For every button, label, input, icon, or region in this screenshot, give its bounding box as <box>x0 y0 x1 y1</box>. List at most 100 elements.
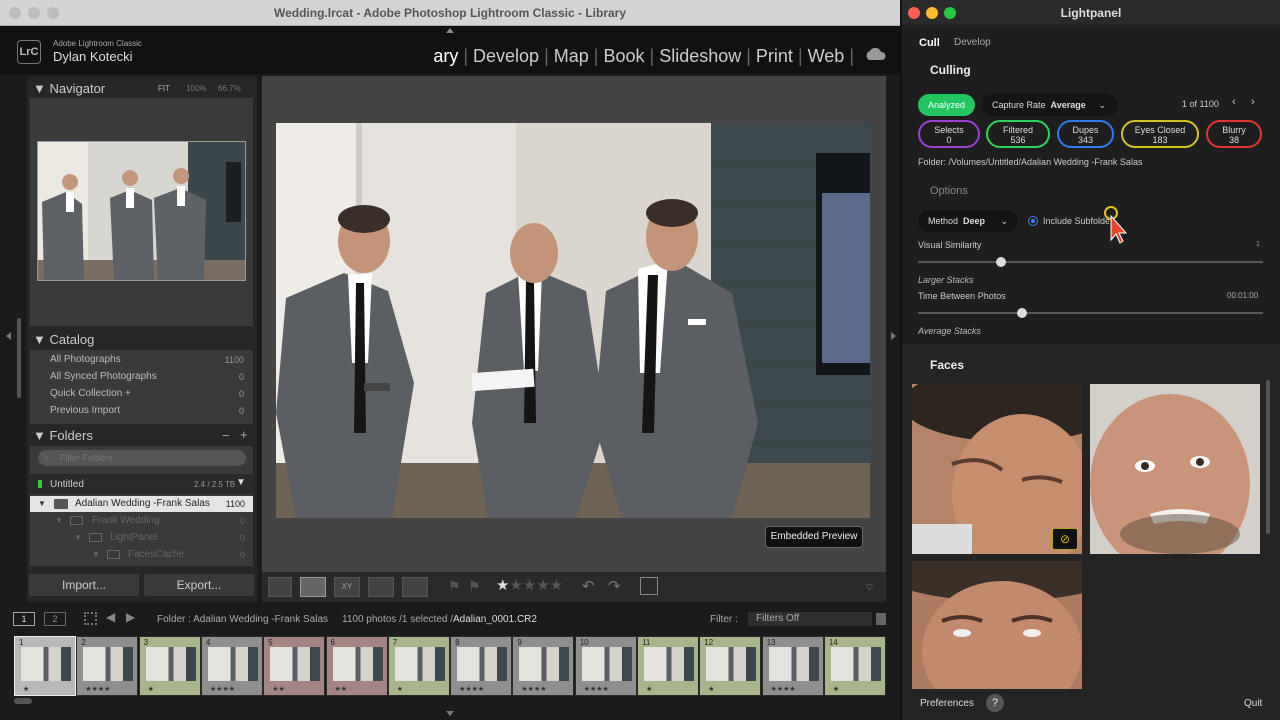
folder-filter-input[interactable]: ⌕ Filter Folders <box>38 450 246 466</box>
minimize-window-button[interactable] <box>926 7 938 19</box>
face-thumbnail[interactable]: ⊘ <box>912 384 1082 554</box>
filter-lock-icon[interactable] <box>876 613 886 625</box>
slider-knob[interactable] <box>995 257 1006 267</box>
filmstrip-thumb[interactable]: 6 ★★ <box>325 636 388 696</box>
filmstrip-thumb[interactable]: 11 ★ <box>637 636 699 696</box>
grid-icon[interactable] <box>84 612 97 625</box>
slider-knob[interactable] <box>1016 308 1027 318</box>
rotate-right-icon[interactable]: ↷ <box>608 577 621 595</box>
disclosure-icon[interactable]: ▼ <box>55 516 63 525</box>
add-folder-button[interactable]: + <box>240 427 248 442</box>
nav-100[interactable]: 100% <box>186 84 206 93</box>
tab-cull[interactable]: Cull <box>919 37 940 49</box>
next-photo-icon[interactable]: › <box>1251 96 1255 108</box>
rotate-left-icon[interactable]: ↶ <box>582 577 595 595</box>
filter-pill[interactable]: Selects 0 <box>918 120 980 148</box>
grid-view-icon[interactable] <box>268 577 292 597</box>
filter-pill[interactable]: Filtered 536 <box>986 120 1050 148</box>
filter-pill[interactable]: Blurry 38 <box>1206 120 1262 148</box>
window-1-button[interactable]: 1 <box>13 612 35 626</box>
catalog-item[interactable]: All Synced Photographs 0 <box>50 371 250 382</box>
navigator-header[interactable]: ▼ Navigator <box>33 81 105 96</box>
import-button[interactable]: Import... <box>29 574 139 596</box>
filmstrip-thumb[interactable]: 3 ★ <box>138 636 201 696</box>
module-web[interactable]: Web <box>804 46 849 66</box>
filmstrip-thumb[interactable]: 10 ★★★★ <box>574 636 637 696</box>
crop-icon[interactable] <box>640 577 658 595</box>
disclosure-icon[interactable]: ▼ <box>38 499 46 508</box>
toolbar-menu-icon[interactable]: ▽ <box>866 582 873 593</box>
face-thumbnail[interactable] <box>912 561 1082 689</box>
left-scrollbar[interactable] <box>17 318 21 398</box>
visual-similarity-slider[interactable] <box>918 257 1263 267</box>
tab-develop[interactable]: Develop <box>954 37 991 48</box>
quit-button[interactable]: Quit <box>1244 698 1262 709</box>
folder-row-selected[interactable]: ▼ Adalian Wedding -Frank Salas 1100 <box>30 496 253 512</box>
filmstrip-thumb[interactable]: 12 ★ <box>699 636 762 696</box>
export-button[interactable]: Export... <box>144 574 254 596</box>
filmstrip-thumb[interactable]: 2 ★★★★ <box>76 636 139 696</box>
loupe-view-icon[interactable] <box>300 577 326 597</box>
time-between-slider[interactable] <box>918 308 1263 318</box>
filmstrip-thumb[interactable]: 8 ★★★★ <box>450 636 513 696</box>
folders-header[interactable]: ▼ Folders <box>33 428 93 443</box>
collapse-bottom-icon[interactable] <box>446 711 454 716</box>
nav-fit[interactable]: FIT <box>158 84 170 93</box>
back-arrow-icon[interactable]: ◀ <box>106 610 115 624</box>
filter-pill[interactable]: Eyes Closed 183 <box>1121 120 1199 148</box>
star-rating[interactable]: ★★★★★ <box>496 576 563 594</box>
folder-row[interactable]: ▼ Frank Wedding 0 <box>30 513 253 529</box>
flag-icon[interactable]: ⚑ <box>448 578 461 595</box>
collapse-right-icon[interactable] <box>891 332 896 340</box>
filmstrip-scrollbar[interactable] <box>14 698 32 704</box>
collapse-left-icon[interactable] <box>6 332 11 340</box>
filmstrip-folder[interactable]: Folder : Adalian Wedding -Frank Salas <box>157 614 328 625</box>
catalog-header[interactable]: ▼ Catalog <box>33 332 94 347</box>
module-develop[interactable]: Develop <box>469 46 543 66</box>
navigator-thumbnail[interactable] <box>37 141 246 281</box>
method-select[interactable]: Method Deep ⌄ <box>918 210 1018 232</box>
filter-pill[interactable]: Dupes 343 <box>1057 120 1114 148</box>
include-subfolders-radio[interactable] <box>1028 216 1038 226</box>
catalog-item[interactable]: All Photographs 1100 <box>50 354 250 365</box>
compare-view-icon[interactable]: XY <box>334 577 360 597</box>
main-photo[interactable] <box>276 123 870 518</box>
disclosure-icon[interactable]: ▼ <box>92 550 100 559</box>
volume-menu-icon[interactable]: ▼ <box>236 477 246 488</box>
folder-row[interactable]: ▼ FacesCache 0 <box>30 547 253 563</box>
reject-flag-icon[interactable]: ⚑ <box>468 578 481 595</box>
capture-rate-select[interactable]: Capture Rate Average ⌄ <box>982 94 1118 116</box>
remove-folder-button[interactable]: − <box>222 428 230 443</box>
face-thumbnail[interactable] <box>1090 384 1260 554</box>
prev-photo-icon[interactable]: ‹ <box>1232 96 1236 108</box>
window-2-button[interactable]: 2 <box>44 612 66 626</box>
filmstrip-thumb[interactable]: 4 ★★★★ <box>200 636 263 696</box>
analyzed-button[interactable]: Analyzed <box>918 94 976 116</box>
cloud-icon[interactable] <box>864 47 886 61</box>
module-slideshow[interactable]: Slideshow <box>655 46 745 66</box>
module-library[interactable]: ary <box>429 46 462 66</box>
close-window-button[interactable] <box>908 7 920 19</box>
filmstrip-thumb[interactable]: 7 ★ <box>387 636 450 696</box>
faces-scrollbar[interactable] <box>1266 380 1270 534</box>
help-button[interactable]: ? <box>986 694 1004 712</box>
people-view-icon[interactable] <box>402 577 428 597</box>
filmstrip-file[interactable]: Adalian_0001.CR2 <box>453 614 537 625</box>
survey-view-icon[interactable] <box>368 577 394 597</box>
volume-row[interactable]: Untitled 2.4 / 2.5 TB ▼ <box>30 474 253 494</box>
filmstrip-thumb[interactable]: 5 ★★ <box>263 636 326 696</box>
filmstrip-thumb[interactable]: 13 ★★★★ <box>761 636 824 696</box>
filmstrip-thumb[interactable]: 9 ★★★★ <box>512 636 575 696</box>
collapse-top-icon[interactable] <box>446 28 454 33</box>
filter-select[interactable]: Filters Off <box>748 612 872 626</box>
disclosure-icon[interactable]: ▼ <box>74 533 82 542</box>
forward-arrow-icon[interactable]: ▶ <box>126 610 135 624</box>
preferences-button[interactable]: Preferences <box>920 698 974 709</box>
module-print[interactable]: Print <box>752 46 797 66</box>
filmstrip-thumb[interactable]: 14 ★ <box>823 636 886 696</box>
module-map[interactable]: Map <box>550 46 593 66</box>
module-book[interactable]: Book <box>599 46 648 66</box>
filmstrip-thumb[interactable]: 1 ★ <box>14 636 76 696</box>
nav-667[interactable]: 66.7% <box>218 84 241 93</box>
catalog-item[interactable]: Previous Import 0 <box>50 405 250 416</box>
